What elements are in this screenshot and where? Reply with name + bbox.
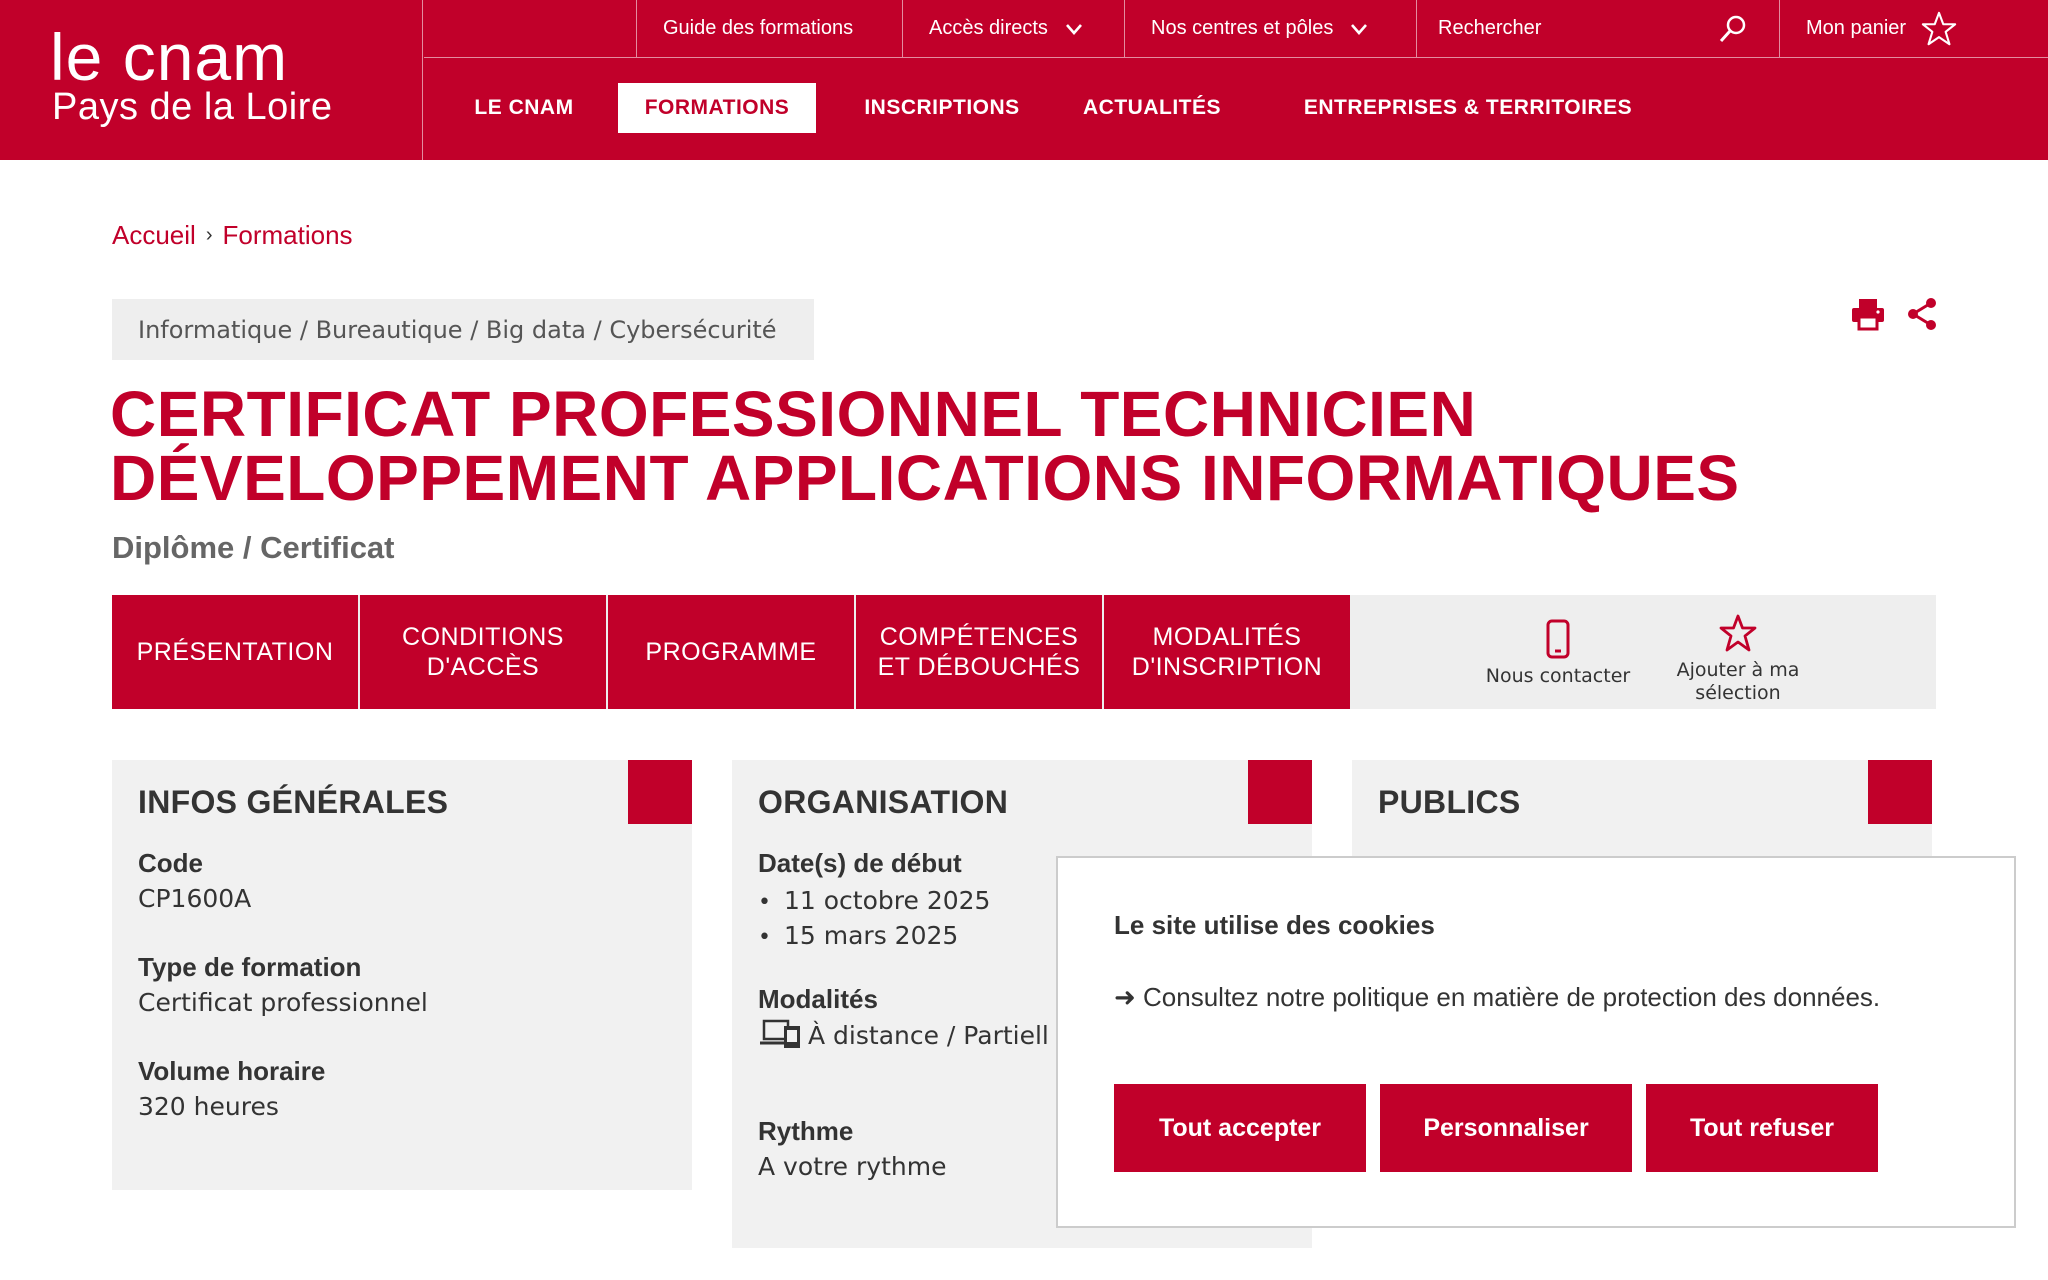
- guide-formations-link[interactable]: Guide des formations: [636, 0, 902, 57]
- modalites-label: Modalités: [758, 984, 878, 1014]
- tab-modalites-inscription[interactable]: MODALITÉS D'INSCRIPTION: [1104, 595, 1350, 709]
- contact-button[interactable]: Nous contacter: [1478, 619, 1638, 688]
- cookie-title: Le site utilise des cookies: [1114, 910, 1435, 940]
- site-logo[interactable]: le cnam Pays de la Loire: [0, 0, 423, 160]
- page-title-line-2: DÉVELOPPEMENT APPLICATIONS INFORMATIQUES: [110, 442, 1740, 514]
- add-selection-button[interactable]: Ajouter à ma sélection: [1658, 613, 1818, 705]
- page-title: CERTIFICAT PROFESSIONNEL TECHNICIEN DÉVE…: [110, 382, 1910, 510]
- refuse-all-button[interactable]: Tout refuser: [1646, 1084, 1878, 1172]
- publics-heading: PUBLICS: [1378, 784, 1521, 820]
- cart-label: Mon panier: [1806, 17, 1907, 39]
- rythme-value: A votre rythme: [758, 1152, 947, 1181]
- utility-bar: Guide des formations Accès directs Nos c…: [424, 0, 2048, 58]
- centres-poles-label: Nos centres et pôles: [1151, 17, 1334, 39]
- list-item: 15 mars 2025: [758, 919, 990, 954]
- cookie-policy-link[interactable]: ➜ Consultez notre politique en matière d…: [1114, 982, 1894, 1013]
- infos-heading: INFOS GÉNÉRALES: [138, 784, 449, 820]
- nav-actualites[interactable]: ACTUALITÉS: [1072, 83, 1232, 133]
- list-item: 11 octobre 2025: [758, 884, 990, 919]
- site-header: le cnam Pays de la Loire Guide des forma…: [0, 0, 2048, 160]
- card-corner-accent: [628, 760, 692, 824]
- code-value: CP1600A: [138, 884, 252, 913]
- tab-competences-debouches[interactable]: COMPÉTENCES ET DÉBOUCHÉS: [856, 595, 1102, 709]
- chevron-down-icon: [1351, 23, 1368, 35]
- page-subtitle: Diplôme / Certificat: [112, 530, 395, 565]
- infos-generales-card: INFOS GÉNÉRALES Code CP1600A Type de for…: [112, 760, 692, 1190]
- nav-formations[interactable]: FORMATIONS: [618, 83, 816, 133]
- search-box: [1416, 0, 1778, 57]
- cookie-consent-dialog: Le site utilise des cookies ➜ Consultez …: [1056, 856, 2016, 1228]
- breadcrumb-separator: ›: [205, 224, 213, 246]
- page-tools: [1850, 296, 1940, 332]
- dates-label: Date(s) de début: [758, 848, 962, 878]
- nav-entreprises-territoires[interactable]: ENTREPRISES & TERRITOIRES: [1290, 83, 1646, 133]
- modalites-value: À distance / Partiell: [808, 1020, 1049, 1050]
- page-title-line-1: CERTIFICAT PROFESSIONNEL TECHNICIEN: [110, 378, 1477, 450]
- print-icon[interactable]: [1850, 296, 1886, 332]
- nav-le-cnam[interactable]: LE CNAM: [459, 83, 589, 133]
- distance-learning-icon: [760, 1019, 800, 1048]
- type-label: Type de formation: [138, 952, 362, 982]
- breadcrumb: Accueil › Formations: [112, 220, 353, 251]
- search-icon[interactable]: [1718, 14, 1748, 44]
- tab-conditions-acces[interactable]: CONDITIONS D'ACCÈS: [360, 595, 606, 709]
- acces-directs-dropdown[interactable]: Accès directs: [902, 0, 1124, 57]
- volume-value: 320 heures: [138, 1092, 279, 1121]
- search-input[interactable]: [1417, 17, 1717, 40]
- logo-text-top: le cnam: [50, 20, 289, 94]
- breadcrumb-formations[interactable]: Formations: [223, 220, 353, 251]
- start-dates-list: 11 octobre 2025 15 mars 2025: [758, 884, 990, 954]
- breadcrumb-home[interactable]: Accueil: [112, 220, 196, 251]
- customize-button[interactable]: Personnaliser: [1380, 1084, 1632, 1172]
- share-icon[interactable]: [1904, 296, 1940, 332]
- type-value: Certificat professionnel: [138, 988, 428, 1017]
- card-corner-accent: [1248, 760, 1312, 824]
- tab-programme[interactable]: PROGRAMME: [608, 595, 854, 709]
- modalites-row: À distance / Partiell: [758, 1018, 1049, 1052]
- accept-all-button[interactable]: Tout accepter: [1114, 1084, 1366, 1172]
- category-tag: Informatique / Bureautique / Big data / …: [112, 299, 814, 360]
- add-selection-label: Ajouter à ma sélection: [1676, 659, 1800, 704]
- section-tabs: PRÉSENTATION CONDITIONS D'ACCÈS PROGRAMM…: [112, 595, 1936, 709]
- acces-directs-label: Accès directs: [929, 17, 1048, 39]
- star-icon: [1921, 11, 1957, 45]
- guide-formations-label: Guide des formations: [663, 17, 854, 39]
- phone-icon: [1546, 619, 1570, 659]
- rythme-label: Rythme: [758, 1116, 854, 1146]
- logo-text-bottom: Pays de la Loire: [52, 86, 333, 128]
- code-label: Code: [138, 848, 203, 878]
- cart-link[interactable]: Mon panier: [1779, 0, 2048, 57]
- chevron-down-icon: [1065, 23, 1082, 35]
- star-icon: [1719, 614, 1757, 652]
- tab-presentation[interactable]: PRÉSENTATION: [112, 595, 358, 709]
- card-corner-accent: [1868, 760, 1932, 824]
- main-navigation: LE CNAM FORMATIONS INSCRIPTIONS ACTUALIT…: [424, 58, 2048, 160]
- nav-inscriptions[interactable]: INSCRIPTIONS: [850, 83, 1034, 133]
- volume-label: Volume horaire: [138, 1056, 326, 1086]
- contact-label: Nous contacter: [1485, 665, 1631, 687]
- centres-poles-dropdown[interactable]: Nos centres et pôles: [1124, 0, 1416, 57]
- organisation-heading: ORGANISATION: [758, 784, 1009, 820]
